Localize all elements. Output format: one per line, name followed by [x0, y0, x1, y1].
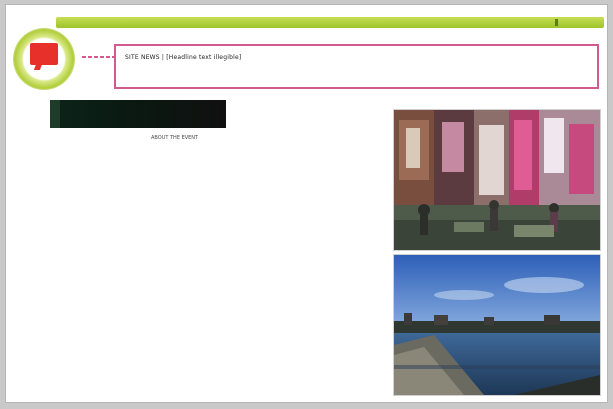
logo-badge[interactable]	[14, 29, 74, 89]
headline-text: SITE NEWS | [Headline text illegible]	[125, 54, 242, 61]
banner-caption: ABOUT THE EVENT	[151, 135, 199, 141]
headline-box[interactable]: SITE NEWS | [Headline text illegible]	[114, 44, 599, 89]
flag-icon	[30, 43, 58, 65]
top-accent-bar	[56, 17, 604, 28]
headline-connector	[82, 56, 114, 58]
page-frame: SITE NEWS | [Headline text illegible] AB…	[6, 5, 607, 402]
banner-strip	[50, 100, 60, 128]
market-street-photo[interactable]	[394, 110, 600, 250]
waterfront-photo[interactable]	[394, 255, 600, 395]
corner-mark	[555, 19, 558, 26]
dark-banner[interactable]	[50, 100, 226, 128]
